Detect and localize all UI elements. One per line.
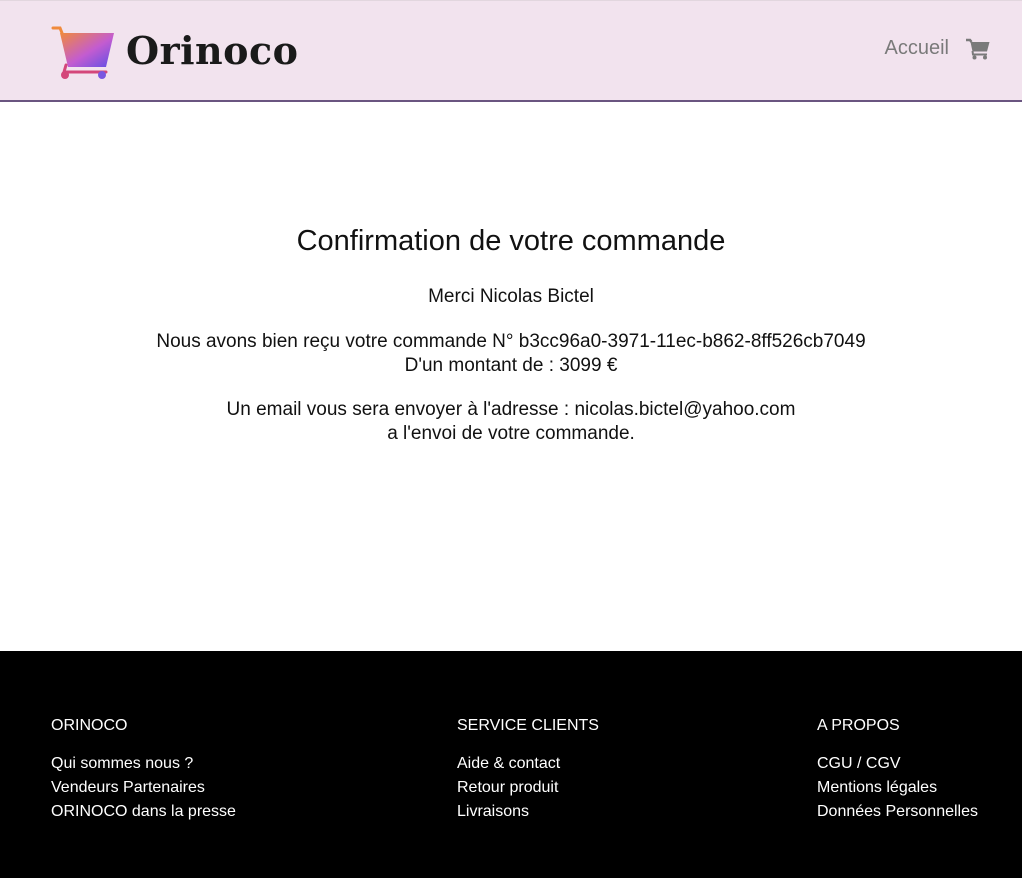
logo-link[interactable]: Orinoco bbox=[50, 25, 299, 81]
footer-link-returns[interactable]: Retour produit bbox=[457, 776, 599, 800]
email-notice: Un email vous sera envoyer à l'adresse :… bbox=[0, 398, 1022, 446]
footer-link-delivery[interactable]: Livraisons bbox=[457, 800, 599, 824]
footer-link-privacy[interactable]: Données Personnelles bbox=[817, 800, 978, 824]
footer-heading: SERVICE CLIENTS bbox=[457, 717, 599, 734]
shipping-notice: a l'envoi de votre commande. bbox=[387, 423, 635, 444]
order-number: Nous avons bien reçu votre commande N° b… bbox=[156, 331, 866, 352]
footer-link-legal[interactable]: Mentions légales bbox=[817, 776, 978, 800]
footer-column-service: SERVICE CLIENTS Aide & contact Retour pr… bbox=[457, 717, 599, 824]
order-amount: D'un montant de : 3099 € bbox=[404, 355, 618, 376]
site-header: Orinoco Accueil bbox=[0, 0, 1022, 102]
main-nav: Accueil bbox=[885, 37, 990, 60]
shopping-cart-icon[interactable] bbox=[966, 38, 990, 60]
shopping-cart-gradient-icon bbox=[51, 26, 114, 79]
page-title: Confirmation de votre commande bbox=[296, 225, 726, 257]
footer-heading: ORINOCO bbox=[51, 717, 128, 734]
email-address-line: Un email vous sera envoyer à l'adresse :… bbox=[226, 399, 796, 420]
footer-column-about: A PROPOS CGU / CGV Mentions légales Donn… bbox=[817, 717, 978, 824]
order-details: Nous avons bien reçu votre commande N° b… bbox=[0, 330, 1022, 378]
footer-link-help[interactable]: Aide & contact bbox=[457, 752, 599, 776]
footer-link-partners[interactable]: Vendeurs Partenaires bbox=[51, 776, 236, 800]
site-footer: ORINOCO Qui sommes nous ? Vendeurs Parte… bbox=[0, 651, 1022, 878]
footer-column-orinoco: ORINOCO Qui sommes nous ? Vendeurs Parte… bbox=[51, 717, 236, 824]
logo-text: Orinoco bbox=[126, 28, 299, 73]
footer-link-terms[interactable]: CGU / CGV bbox=[817, 752, 978, 776]
nav-link-home[interactable]: Accueil bbox=[885, 37, 949, 60]
footer-heading: A PROPOS bbox=[817, 717, 900, 734]
confirmation-section: Confirmation de votre commande Merci Nic… bbox=[0, 103, 1022, 651]
footer-link-about[interactable]: Qui sommes nous ? bbox=[51, 752, 236, 776]
thanks-message: Merci Nicolas Bictel bbox=[428, 286, 594, 307]
footer-link-press[interactable]: ORINOCO dans la presse bbox=[51, 800, 236, 824]
